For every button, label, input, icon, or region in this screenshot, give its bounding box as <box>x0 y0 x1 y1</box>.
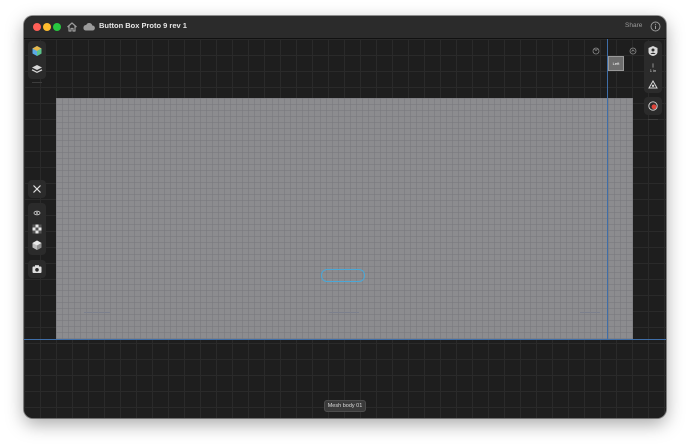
appearance-button[interactable] <box>29 43 45 59</box>
solid-view-toggle[interactable] <box>29 237 45 253</box>
layers-icon <box>31 65 43 73</box>
horizontal-axis-line <box>24 339 666 340</box>
sketch-plane[interactable] <box>56 98 633 339</box>
left-top-toolbar <box>28 41 46 79</box>
dimension-hint-line <box>580 312 600 313</box>
title-bar: Button Box Proto 9 rev 1 Share <box>24 16 666 39</box>
profile-button[interactable] <box>645 43 661 59</box>
snap-button[interactable] <box>645 77 661 93</box>
display-options-toolbar <box>28 203 46 255</box>
record-button[interactable] <box>645 98 661 114</box>
snap-icon <box>648 79 658 89</box>
eye-icon <box>33 210 41 216</box>
profile-icon <box>648 46 658 56</box>
material-toggle[interactable] <box>29 221 45 237</box>
document-title: Button Box Proto 9 rev 1 <box>99 21 187 30</box>
cube-icon <box>32 240 42 250</box>
checkerboard-icon <box>32 224 42 234</box>
selection-status-pill[interactable]: Mesh body 01 <box>324 400 366 412</box>
home-icon[interactable] <box>66 21 78 33</box>
screenshot-button[interactable] <box>29 261 45 277</box>
close-panel <box>28 180 46 198</box>
3d-viewport[interactable]: Left 1 in Mesh body 01 <box>24 39 666 418</box>
appearance-icon <box>32 46 42 56</box>
visibility-toggle[interactable] <box>29 205 45 221</box>
close-button[interactable] <box>29 181 45 197</box>
window-zoom-button[interactable] <box>53 23 61 31</box>
share-button[interactable]: Share <box>625 22 642 29</box>
layers-button[interactable] <box>29 61 45 77</box>
panel-divider <box>32 82 42 83</box>
vertical-axis-line <box>607 39 608 339</box>
mesh-body-outline[interactable] <box>321 269 365 282</box>
dimension-hint-line <box>84 312 110 313</box>
orbit-left-icon[interactable] <box>592 47 600 55</box>
record-panel <box>644 97 662 115</box>
cloud-icon[interactable] <box>82 21 96 33</box>
window-close-button[interactable] <box>33 23 41 31</box>
view-cube-face[interactable]: Left <box>608 56 624 71</box>
camera-icon <box>32 265 42 273</box>
unit-label: 1 in <box>649 68 657 73</box>
window-minimize-button[interactable] <box>43 23 51 31</box>
record-icon <box>648 101 658 111</box>
dimension-hint-line <box>329 312 359 313</box>
orbit-right-icon[interactable] <box>629 47 637 55</box>
right-toolbar: 1 in <box>644 41 662 93</box>
close-icon <box>33 185 41 193</box>
panel-divider <box>648 119 658 120</box>
app-window: Button Box Proto 9 rev 1 Share Left 1 in… <box>24 16 666 418</box>
camera-panel <box>28 260 46 278</box>
info-icon[interactable] <box>650 21 661 32</box>
unit-button[interactable]: 1 in <box>645 60 661 76</box>
